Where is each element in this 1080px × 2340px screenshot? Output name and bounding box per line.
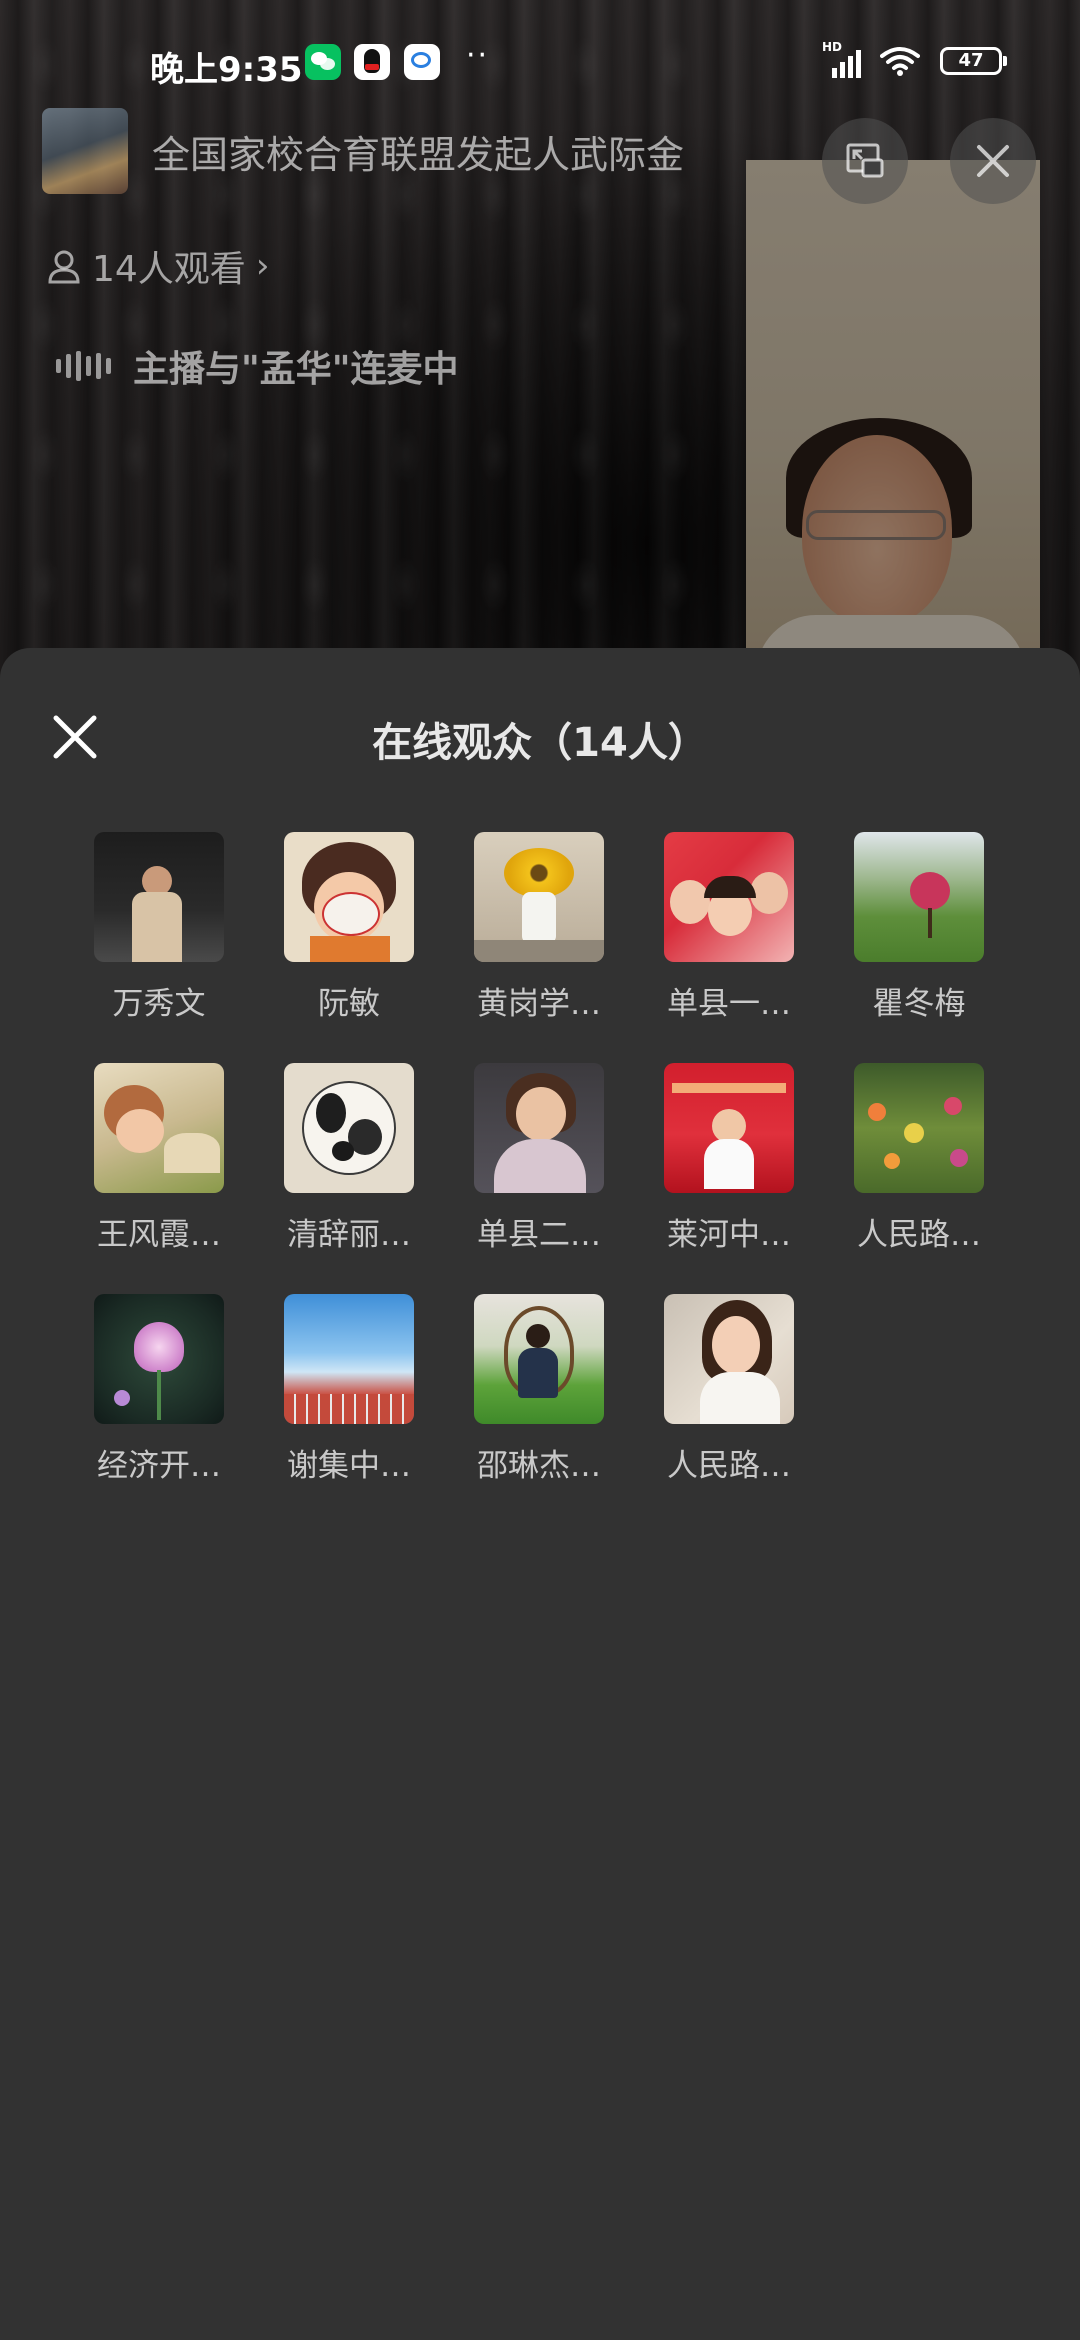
battery-icon: 47 [940, 47, 1007, 75]
viewer-count-label: 14人观看 [92, 249, 246, 290]
member-name: 谢集中… [287, 1448, 411, 1484]
member-name: 邵琳杰… [477, 1448, 601, 1484]
audience-member[interactable]: 瞿冬梅 [824, 832, 1014, 1023]
close-live-button[interactable] [950, 118, 1036, 204]
audience-member[interactable]: 谢集中… [254, 1294, 444, 1485]
member-avatar [854, 832, 984, 962]
member-avatar [664, 1294, 794, 1424]
minimize-button[interactable] [822, 118, 908, 204]
member-name: 清辞丽… [287, 1217, 411, 1253]
member-name: 万秀文 [112, 986, 206, 1022]
member-avatar [284, 1063, 414, 1193]
chevron-right-icon: › [255, 246, 270, 286]
member-name: 人民路… [857, 1217, 981, 1253]
member-avatar [94, 1294, 224, 1424]
member-avatar [94, 1063, 224, 1193]
wechat-icon [305, 44, 341, 80]
audience-member[interactable]: 邵琳杰… [444, 1294, 634, 1485]
more-dots-icon: ·· [466, 38, 490, 73]
person-icon [48, 250, 80, 284]
member-name: 黄岗学… [477, 986, 601, 1022]
sheet-title: 在线观众（14人） [372, 720, 708, 766]
audience-member[interactable]: 清辞丽… [254, 1063, 444, 1254]
member-name: 阮敏 [318, 986, 380, 1022]
member-avatar [664, 832, 794, 962]
member-name: 单县二… [477, 1217, 601, 1253]
member-avatar [474, 1294, 604, 1424]
member-name: 人民路… [667, 1448, 791, 1484]
co-host-label: 主播与"孟华"连麦中 [133, 349, 459, 390]
audience-member[interactable]: 人民路… [824, 1063, 1014, 1254]
audience-member[interactable]: 黄岗学… [444, 832, 634, 1023]
member-avatar [94, 832, 224, 962]
host-avatar[interactable] [42, 108, 128, 194]
audience-member[interactable]: 阮敏 [254, 832, 444, 1023]
live-title: 全国家校合育联盟发起人武际金 [152, 133, 685, 177]
member-name: 王风霞… [97, 1217, 221, 1253]
member-avatar [474, 1063, 604, 1193]
audience-member[interactable]: 人民路… [634, 1294, 824, 1485]
member-name: 单县一… [667, 986, 791, 1022]
close-icon [977, 145, 1009, 177]
audience-member[interactable]: 单县一… [634, 832, 824, 1023]
qq-icon [354, 44, 390, 80]
wifi-icon [880, 46, 920, 76]
co-host-status: 主播与"孟华"连麦中 [56, 340, 459, 392]
signal-icon: HD [822, 40, 864, 78]
member-avatar [854, 1063, 984, 1193]
member-name: 瞿冬梅 [872, 986, 966, 1022]
member-avatar [474, 832, 604, 962]
status-time: 晚上9:35 [150, 50, 303, 90]
chat-icon [404, 44, 440, 80]
network-type: HD [822, 40, 843, 54]
member-name: 经济开… [97, 1448, 221, 1484]
viewer-count[interactable]: 14人观看 › [46, 240, 269, 292]
audience-member[interactable]: 莱河中… [634, 1063, 824, 1254]
audience-member[interactable]: 万秀文 [64, 832, 254, 1023]
member-avatar [284, 1294, 414, 1424]
member-avatar [664, 1063, 794, 1193]
audience-sheet: 在线观众（14人） 万秀文 阮敏 黄岗学… 单县一… 瞿冬梅 王风霞… 清辞丽…… [0, 648, 1080, 2340]
audience-grid: 万秀文 阮敏 黄岗学… 单县一… 瞿冬梅 王风霞… 清辞丽… 单县二… 莱河中…… [64, 832, 1064, 1485]
avatar-handwriting [294, 1308, 404, 1348]
member-name: 莱河中… [667, 1217, 791, 1253]
audience-member[interactable]: 王风霞… [64, 1063, 254, 1254]
audience-member[interactable]: 经济开… [64, 1294, 254, 1485]
member-avatar [284, 832, 414, 962]
audio-wave-icon [56, 351, 111, 381]
status-bar: 晚上9:35 ·· HD 47 [0, 34, 1080, 94]
audience-member[interactable]: 单县二… [444, 1063, 634, 1254]
picture-in-picture-icon [846, 143, 884, 178]
